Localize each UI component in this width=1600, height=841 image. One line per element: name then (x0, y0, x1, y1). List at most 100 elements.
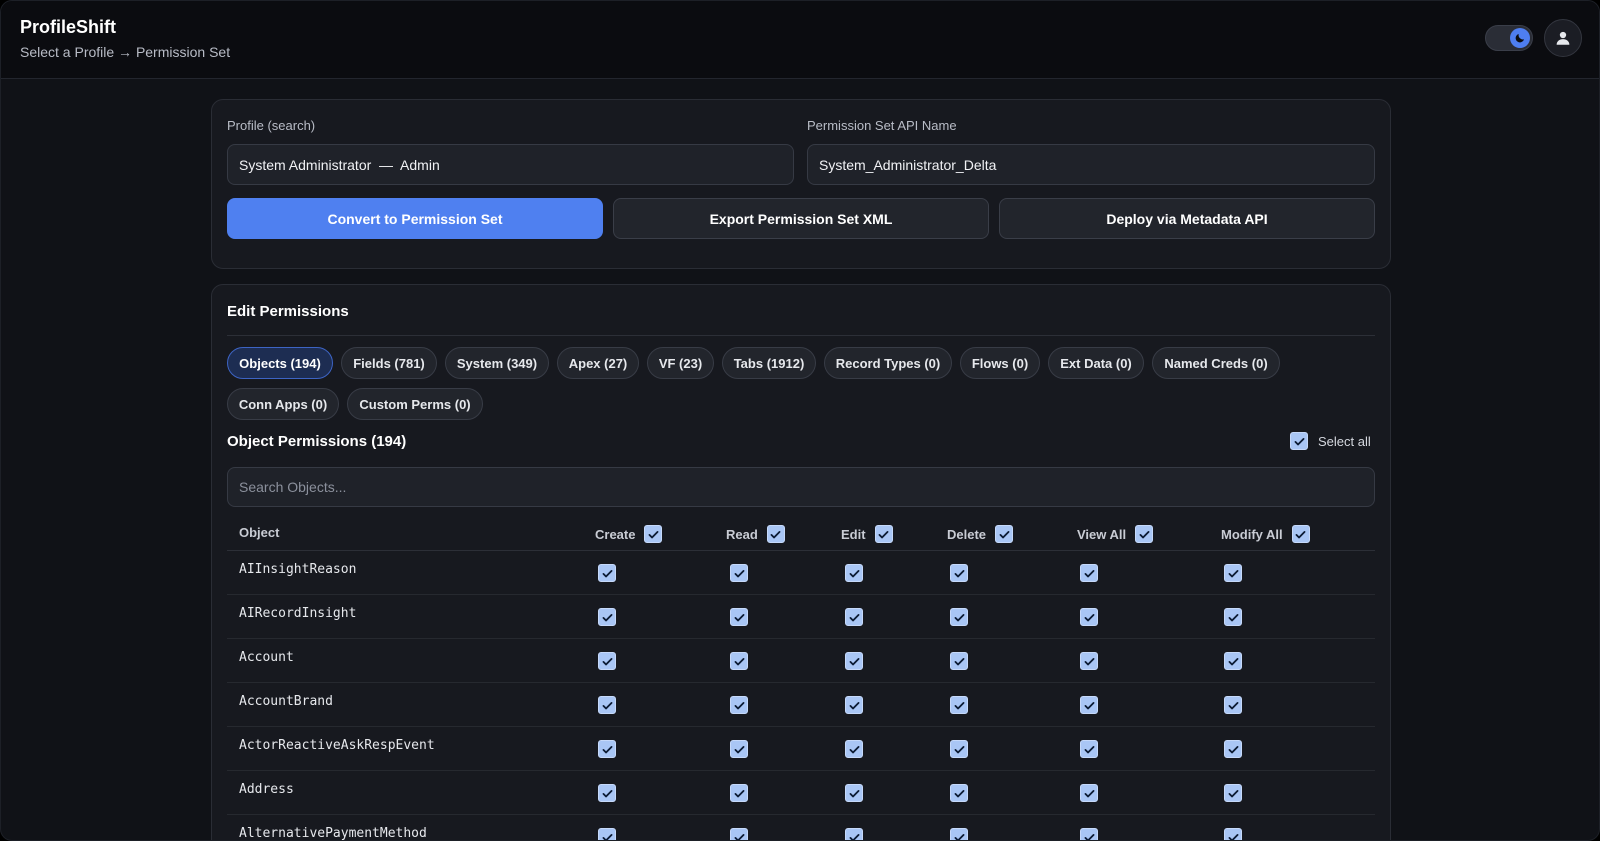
modify-all-row-checkbox[interactable] (1224, 784, 1242, 802)
object-name: ActorReactiveAskRespEvent (239, 738, 435, 753)
delete-checkbox[interactable] (950, 696, 968, 714)
table-header: Object Create Read Edit Delete View All … (227, 517, 1375, 551)
delete-checkbox[interactable] (950, 784, 968, 802)
object-name: AIRecordInsight (239, 606, 357, 621)
delete-all-checkbox[interactable] (995, 525, 1014, 543)
view-all-row-checkbox[interactable] (1080, 564, 1098, 582)
tab-conn-apps[interactable]: Conn Apps (0) (227, 388, 339, 420)
search-objects-input[interactable] (227, 467, 1375, 507)
object-name: AlternativePaymentMethod (239, 826, 427, 841)
view-all-row-checkbox[interactable] (1080, 608, 1098, 626)
view-all-row-checkbox[interactable] (1080, 652, 1098, 670)
select-all-label: Select all (1318, 433, 1371, 449)
read-checkbox[interactable] (730, 608, 748, 626)
table-row: AlternativePaymentMethod (227, 815, 1375, 841)
create-checkbox[interactable] (598, 564, 616, 582)
object-permission-rows: AIInsightReason AIRecordInsight Account (227, 551, 1375, 841)
create-checkbox[interactable] (598, 652, 616, 670)
table-row: AIInsightReason (227, 551, 1375, 595)
delete-checkbox[interactable] (950, 564, 968, 582)
column-object: Object (239, 525, 280, 540)
tab-ext-data[interactable]: Ext Data (0) (1048, 347, 1144, 379)
create-checkbox[interactable] (598, 696, 616, 714)
delete-checkbox[interactable] (950, 740, 968, 758)
table-row: AIRecordInsight (227, 595, 1375, 639)
view-all-checkbox[interactable] (1135, 525, 1154, 543)
delete-checkbox[interactable] (950, 608, 968, 626)
app-title: ProfileShift (20, 17, 117, 37)
edit-checkbox[interactable] (845, 564, 863, 582)
tab-fields[interactable]: Fields (781) (341, 347, 437, 379)
edit-checkbox[interactable] (845, 784, 863, 802)
column-delete: Delete (947, 525, 1014, 543)
object-name: AccountBrand (239, 694, 333, 709)
table-row: Address (227, 771, 1375, 815)
tab-record-types[interactable]: Record Types (0) (824, 347, 952, 379)
create-checkbox[interactable] (598, 608, 616, 626)
edit-checkbox[interactable] (845, 608, 863, 626)
app-header: ProfileShift Select a Profile → Permissi… (1, 1, 1599, 79)
object-name: Address (239, 782, 294, 797)
edit-checkbox[interactable] (845, 652, 863, 670)
modify-all-row-checkbox[interactable] (1224, 652, 1242, 670)
table-row: ActorReactiveAskRespEvent (227, 727, 1375, 771)
modify-all-checkbox[interactable] (1291, 525, 1310, 543)
read-all-checkbox[interactable] (766, 525, 785, 543)
modify-all-row-checkbox[interactable] (1224, 696, 1242, 714)
app-window: ProfileShift Select a Profile → Permissi… (0, 0, 1600, 841)
tab-apex[interactable]: Apex (27) (557, 347, 639, 379)
column-create: Create (595, 525, 663, 543)
edit-permissions-title: Edit Permissions (227, 303, 349, 320)
object-name: Account (239, 650, 294, 665)
permission-set-api-name-input[interactable] (807, 144, 1375, 185)
select-all-checkbox[interactable] (1290, 432, 1308, 450)
modify-all-row-checkbox[interactable] (1224, 564, 1242, 582)
view-all-row-checkbox[interactable] (1080, 740, 1098, 758)
tab-flows[interactable]: Flows (0) (960, 347, 1040, 379)
modify-all-row-checkbox[interactable] (1224, 740, 1242, 758)
read-checkbox[interactable] (730, 652, 748, 670)
export-permission-set-xml-button[interactable]: Export Permission Set XML (613, 198, 989, 239)
section-divider (227, 335, 1375, 336)
profile-search-input[interactable] (227, 144, 794, 185)
column-view-all: View All (1077, 525, 1154, 543)
create-checkbox[interactable] (598, 740, 616, 758)
create-checkbox[interactable] (598, 784, 616, 802)
select-all[interactable]: Select all (1290, 432, 1371, 450)
delete-checkbox[interactable] (950, 828, 968, 840)
view-all-row-checkbox[interactable] (1080, 828, 1098, 840)
tab-vf[interactable]: VF (23) (647, 347, 714, 379)
delete-checkbox[interactable] (950, 652, 968, 670)
modify-all-row-checkbox[interactable] (1224, 828, 1242, 840)
convert-to-permission-set-button[interactable]: Convert to Permission Set (227, 198, 603, 239)
read-checkbox[interactable] (730, 740, 748, 758)
theme-toggle[interactable] (1485, 25, 1533, 51)
tab-objects[interactable]: Objects (194) (227, 347, 333, 379)
tab-named-creds[interactable]: Named Creds (0) (1152, 347, 1280, 379)
tab-system[interactable]: System (349) (445, 347, 549, 379)
create-checkbox[interactable] (598, 828, 616, 840)
object-name: AIInsightReason (239, 562, 357, 577)
profile-search-label: Profile (search) (227, 118, 316, 133)
view-all-row-checkbox[interactable] (1080, 696, 1098, 714)
read-checkbox[interactable] (730, 828, 748, 840)
view-all-row-checkbox[interactable] (1080, 784, 1098, 802)
edit-checkbox[interactable] (845, 828, 863, 840)
edit-checkbox[interactable] (845, 740, 863, 758)
tab-custom-perms[interactable]: Custom Perms (0) (347, 388, 483, 420)
modify-all-row-checkbox[interactable] (1224, 608, 1242, 626)
convert-panel: Profile (search) Permission Set API Name… (211, 99, 1391, 269)
user-avatar-button[interactable] (1544, 19, 1582, 57)
tab-tabs[interactable]: Tabs (1912) (722, 347, 816, 379)
permission-set-api-name-label: Permission Set API Name (807, 118, 957, 133)
read-checkbox[interactable] (730, 784, 748, 802)
create-all-checkbox[interactable] (644, 525, 663, 543)
edit-all-checkbox[interactable] (874, 525, 893, 543)
edit-checkbox[interactable] (845, 696, 863, 714)
deploy-metadata-api-button[interactable]: Deploy via Metadata API (999, 198, 1375, 239)
user-icon (1556, 31, 1570, 45)
table-row: AccountBrand (227, 683, 1375, 727)
column-modify-all: Modify All (1221, 525, 1310, 543)
read-checkbox[interactable] (730, 696, 748, 714)
read-checkbox[interactable] (730, 564, 748, 582)
